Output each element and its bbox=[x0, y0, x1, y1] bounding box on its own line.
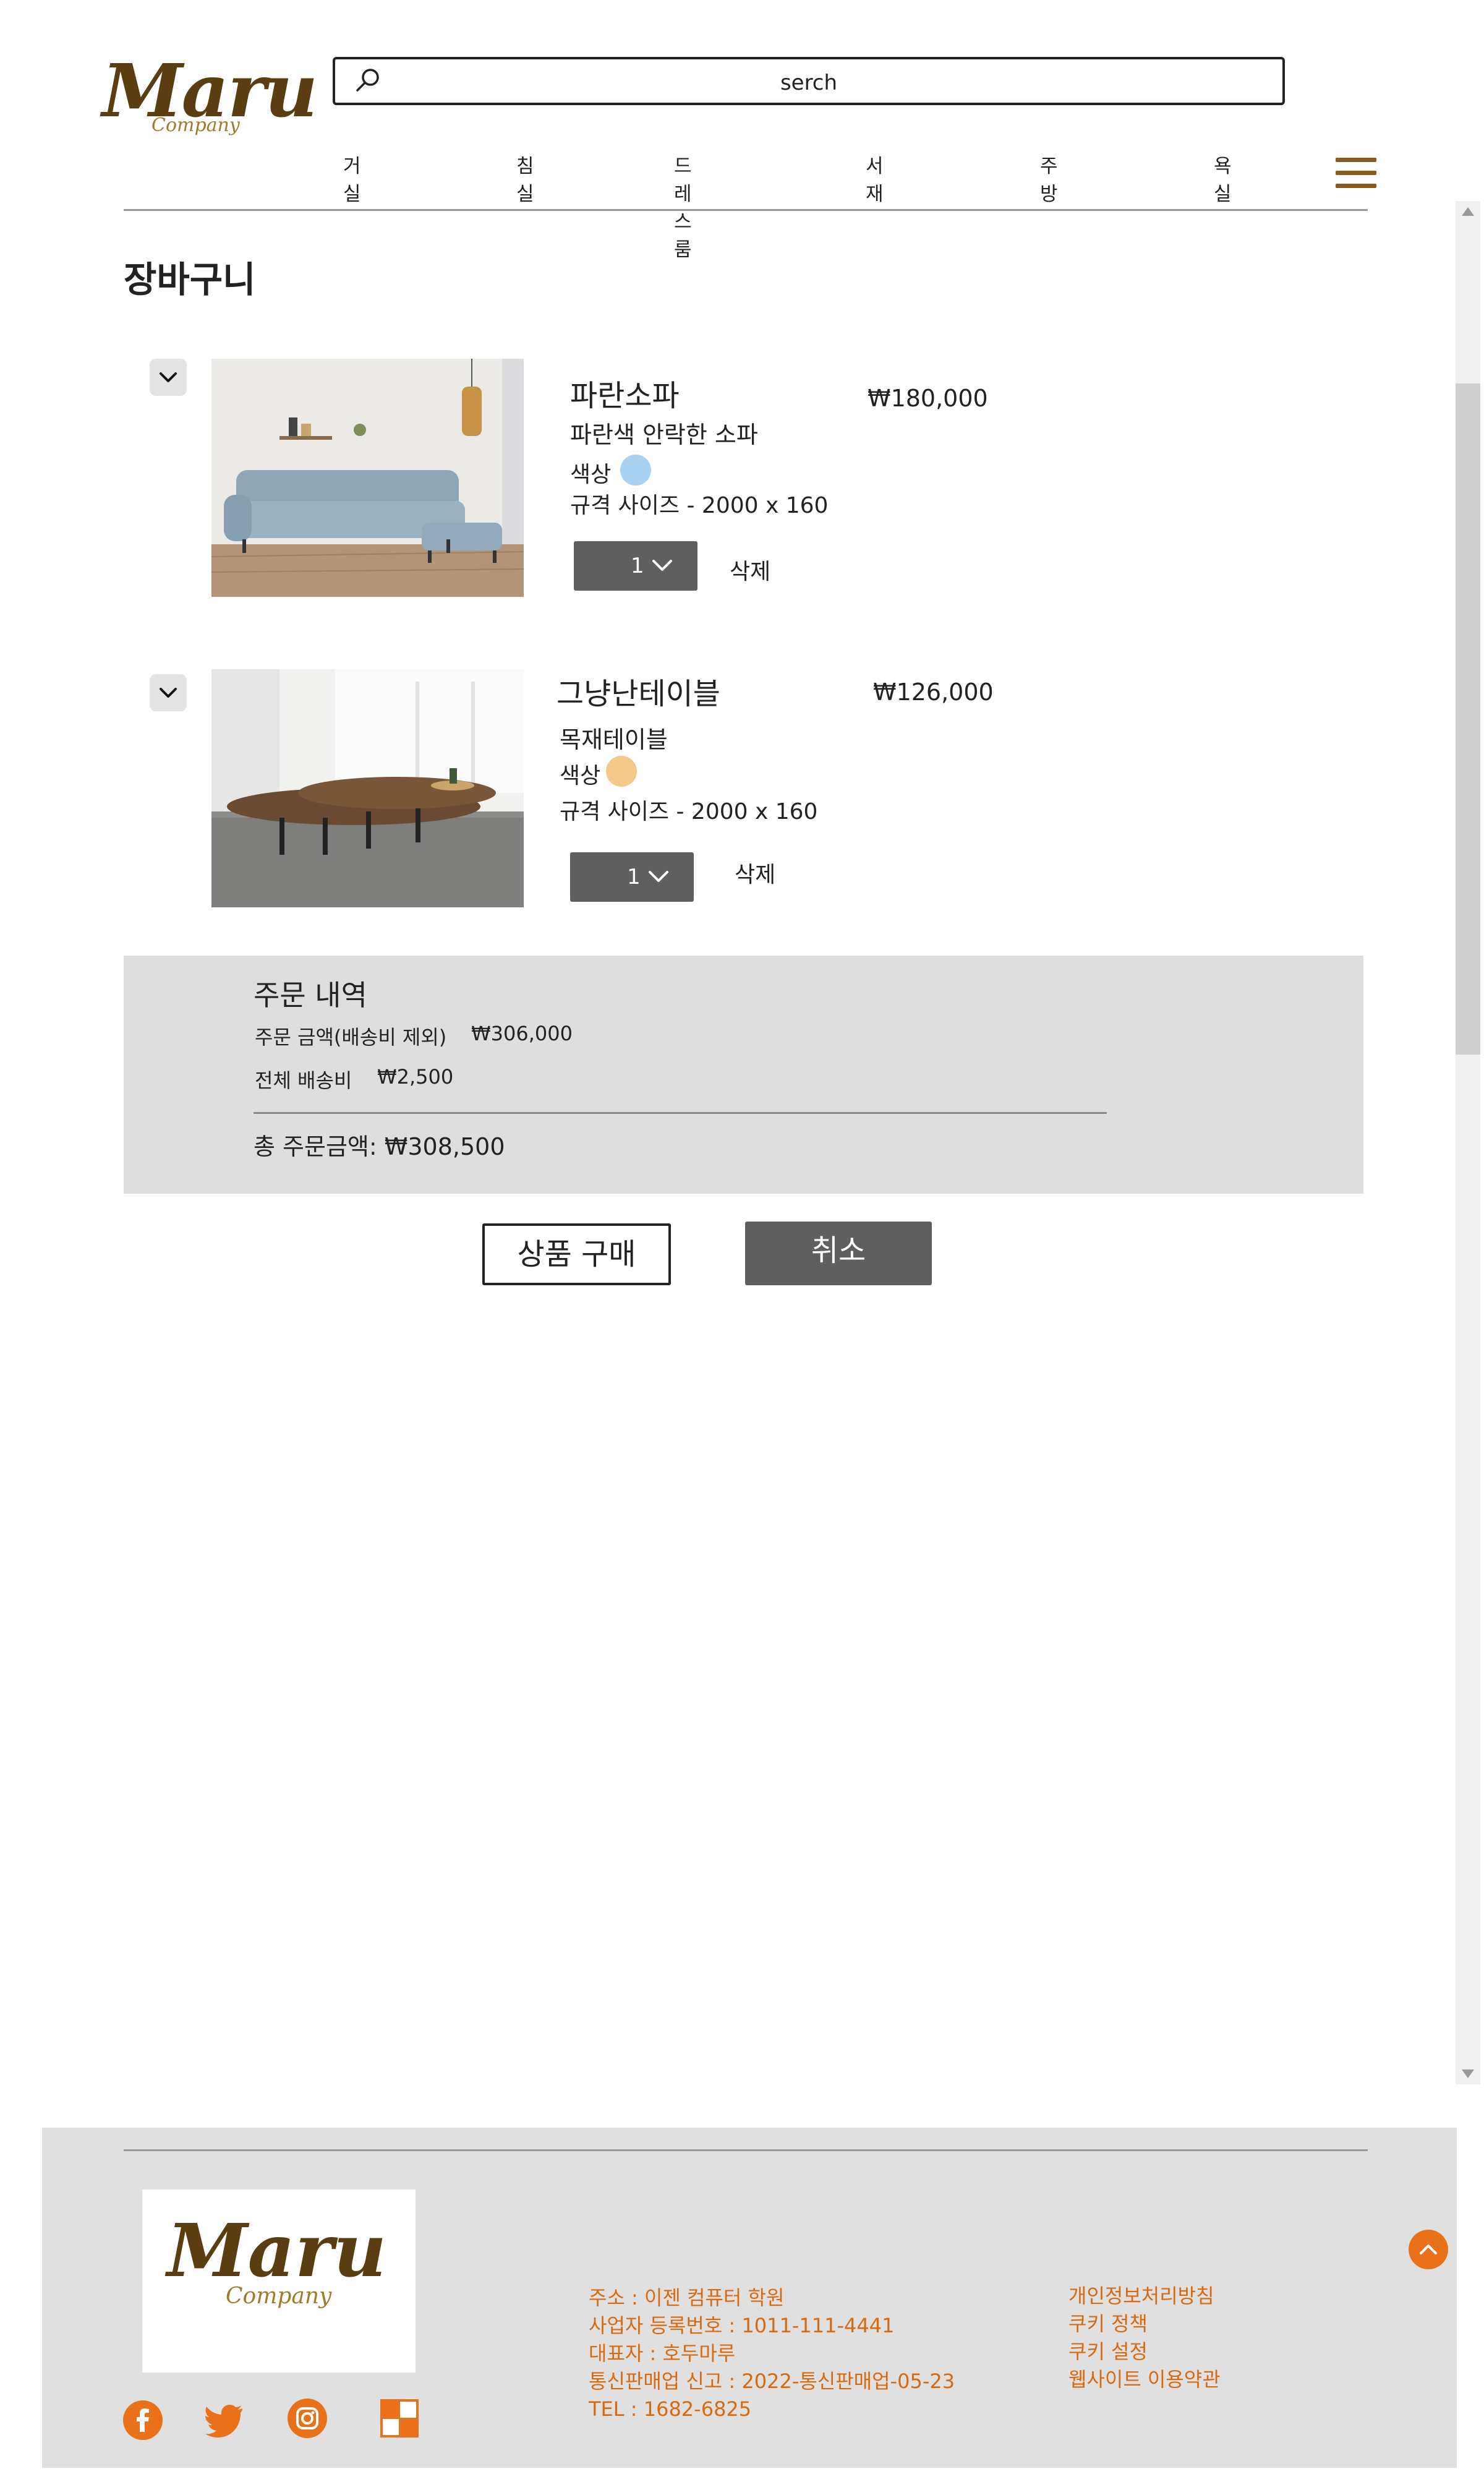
product-description: 목재테이블 bbox=[560, 726, 668, 753]
chevron-down-icon bbox=[652, 560, 672, 571]
color-swatch bbox=[620, 455, 651, 486]
summary-divider bbox=[254, 1112, 1107, 1114]
order-total: 총 주문금액: ₩308,500 bbox=[254, 1128, 505, 1162]
brand-sub: Company bbox=[151, 114, 240, 136]
nav-item-bathroom[interactable]: 욕실 bbox=[1214, 150, 1232, 206]
color-label: 색상 bbox=[560, 763, 601, 789]
cookie-policy-link[interactable]: 쿠키 정책 bbox=[1068, 2310, 1221, 2338]
privacy-policy-link[interactable]: 개인정보처리방침 bbox=[1068, 2282, 1221, 2310]
twitter-icon[interactable] bbox=[205, 2400, 246, 2441]
quantity-select[interactable]: 1 bbox=[574, 541, 697, 591]
chevron-down-icon bbox=[649, 871, 668, 882]
scrollbar-thumb[interactable] bbox=[1456, 383, 1480, 1055]
blog-icon[interactable] bbox=[379, 2398, 420, 2439]
shipping-value: ₩2,500 bbox=[377, 1065, 454, 1089]
order-summary-title: 주문 내역 bbox=[254, 978, 367, 1012]
total-label: 총 주문금액: bbox=[254, 1133, 377, 1160]
scroll-down-arrow-icon[interactable] bbox=[1462, 2070, 1474, 2078]
nav-item-kitchen[interactable]: 주방 bbox=[1040, 150, 1058, 206]
collapse-toggle-button[interactable] bbox=[150, 674, 187, 711]
phone-number: TEL : 1682-6825 bbox=[589, 2397, 752, 2421]
color-label: 색상 bbox=[570, 462, 612, 487]
scroll-up-arrow-icon[interactable] bbox=[1462, 207, 1474, 216]
address-line: 주소 : 이젠 컴퓨터 학원 bbox=[589, 2286, 785, 2309]
buy-button[interactable]: 상품 구매 bbox=[482, 1223, 671, 1285]
representative: 대표자 : 호두마루 bbox=[589, 2342, 736, 2365]
nav-item-living-room[interactable]: 거실 bbox=[343, 150, 361, 206]
quantity-value: 1 bbox=[627, 865, 641, 889]
product-image-table[interactable] bbox=[211, 669, 524, 907]
footer: Maru Company 주소 : 이젠 컴퓨터 학원 사업자 등록번호 : 1… bbox=[42, 2128, 1457, 2468]
terms-of-use-link[interactable]: 웹사이트 이용약관 bbox=[1068, 2366, 1221, 2394]
product-price: ₩180,000 bbox=[868, 385, 988, 412]
footer-brand-sub: Company bbox=[226, 2284, 332, 2309]
search-input[interactable]: serch bbox=[335, 71, 1282, 95]
facebook-icon[interactable] bbox=[122, 2400, 163, 2441]
mail-order-registration: 통신판매업 신고 : 2022-통신판매업-05-23 bbox=[589, 2369, 955, 2393]
quantity-select[interactable]: 1 bbox=[570, 852, 694, 902]
cookie-settings-link[interactable]: 쿠키 설정 bbox=[1068, 2338, 1221, 2366]
subtotal-label: 주문 금액(배송비 제외) bbox=[255, 1025, 447, 1049]
search-bar[interactable]: serch bbox=[333, 57, 1285, 105]
color-swatch bbox=[606, 756, 637, 787]
shipping-label: 전체 배송비 bbox=[255, 1069, 352, 1092]
product-name: 파란소파 bbox=[570, 379, 680, 413]
nav-item-dressroom[interactable]: 드레스룸 bbox=[674, 150, 692, 262]
hamburger-menu-icon[interactable] bbox=[1336, 158, 1376, 189]
header-divider bbox=[124, 209, 1368, 211]
nav-item-bedroom[interactable]: 침실 bbox=[516, 150, 534, 206]
order-summary: 주문 내역 주문 금액(배송비 제외) ₩306,000 전체 배송비 ₩2,5… bbox=[124, 956, 1363, 1194]
collapse-toggle-button[interactable] bbox=[150, 359, 187, 396]
page-title: 장바구니 bbox=[124, 259, 256, 301]
footer-brand-name: Maru bbox=[167, 2207, 387, 2293]
product-size: 규격 사이즈 - 2000 x 160 bbox=[560, 799, 818, 824]
footer-divider bbox=[124, 2149, 1368, 2151]
product-price: ₩126,000 bbox=[873, 678, 994, 706]
instagram-icon[interactable] bbox=[287, 2398, 328, 2439]
footer-logo[interactable]: Maru Company bbox=[142, 2189, 416, 2373]
subtotal-value: ₩306,000 bbox=[471, 1022, 573, 1045]
total-value: ₩308,500 bbox=[384, 1133, 505, 1160]
quantity-value: 1 bbox=[631, 554, 644, 578]
policy-links: 개인정보처리방침 쿠키 정책 쿠키 설정 웹사이트 이용약관 bbox=[1068, 2282, 1221, 2394]
chevron-down-icon bbox=[160, 688, 177, 698]
product-name: 그냥난테이블 bbox=[556, 677, 720, 711]
delete-button[interactable]: 삭제 bbox=[735, 857, 775, 889]
nav-item-study[interactable]: 서재 bbox=[866, 150, 884, 206]
delete-button[interactable]: 삭제 bbox=[730, 554, 770, 586]
product-size: 규격 사이즈 - 2000 x 160 bbox=[570, 493, 829, 518]
chevron-down-icon bbox=[160, 372, 177, 382]
company-info: 주소 : 이젠 컴퓨터 학원 사업자 등록번호 : 1011-111-4441 … bbox=[589, 2284, 955, 2423]
scrollbar[interactable] bbox=[1456, 201, 1480, 2084]
brand-logo[interactable]: Maru Company bbox=[102, 54, 318, 153]
product-description: 파란색 안락한 소파 bbox=[570, 421, 758, 448]
cancel-button[interactable]: 취소 bbox=[745, 1222, 932, 1285]
product-image-sofa[interactable] bbox=[211, 359, 524, 597]
chevron-up-icon bbox=[1420, 2245, 1437, 2254]
business-number: 사업자 등록번호 : 1011-111-4441 bbox=[589, 2314, 895, 2337]
scroll-to-top-button[interactable] bbox=[1409, 2230, 1448, 2269]
